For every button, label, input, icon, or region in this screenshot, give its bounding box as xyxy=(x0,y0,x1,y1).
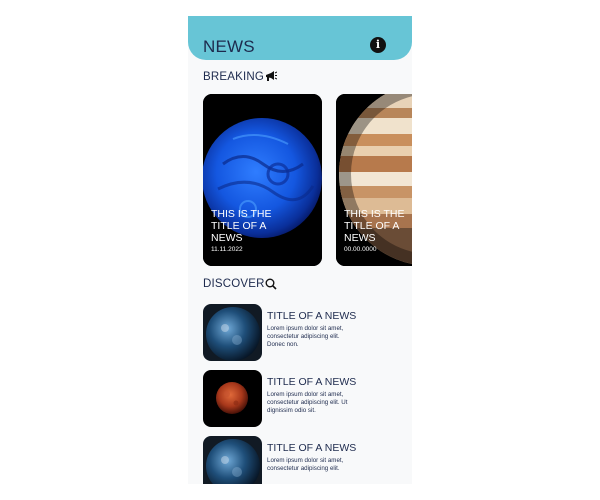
earth-thumbnail xyxy=(203,304,262,361)
info-icon[interactable]: i xyxy=(370,37,386,53)
news-app-screen: NEWS i BREAKING THIS IS THE TITLE OF A N… xyxy=(188,16,412,484)
page-title: NEWS xyxy=(203,37,255,56)
item-title: TITLE OF A NEWS xyxy=(267,310,357,322)
breaking-section-label: BREAKING xyxy=(203,71,265,83)
megaphone-icon xyxy=(266,71,277,81)
card-date: 00.00.0000 xyxy=(344,246,377,253)
app-header: NEWS i xyxy=(188,16,412,60)
item-description: Lorem ipsum dolor sit amet, consectetur … xyxy=(267,457,344,472)
earth-thumbnail xyxy=(203,436,262,484)
list-item[interactable]: TITLE OF A NEWS Lorem ipsum dolor sit am… xyxy=(203,370,403,428)
item-title: TITLE OF A NEWS xyxy=(267,376,357,388)
search-icon[interactable] xyxy=(265,278,277,290)
card-title: THIS IS THE TITLE OF A NEWS xyxy=(344,208,405,244)
list-item[interactable]: TITLE OF A NEWS Lorem ipsum dolor sit am… xyxy=(203,436,403,484)
card-title: THIS IS THE TITLE OF A NEWS xyxy=(211,208,272,244)
blood-moon-thumbnail xyxy=(203,370,262,427)
item-description: Lorem ipsum dolor sit amet, consectetur … xyxy=(267,325,344,348)
discover-section-label: DISCOVER xyxy=(203,278,265,290)
card-date: 11.11.2022 xyxy=(211,246,243,253)
list-item[interactable]: TITLE OF A NEWS Lorem ipsum dolor sit am… xyxy=(203,304,403,362)
breaking-card[interactable]: THIS IS THE TITLE OF A NEWS 11.11.2022 xyxy=(203,94,322,266)
item-title: TITLE OF A NEWS xyxy=(267,442,357,454)
breaking-card[interactable]: THIS IS THE TITLE OF A NEWS 00.00.0000 xyxy=(336,94,412,266)
item-description: Lorem ipsum dolor sit amet, consectetur … xyxy=(267,391,348,414)
